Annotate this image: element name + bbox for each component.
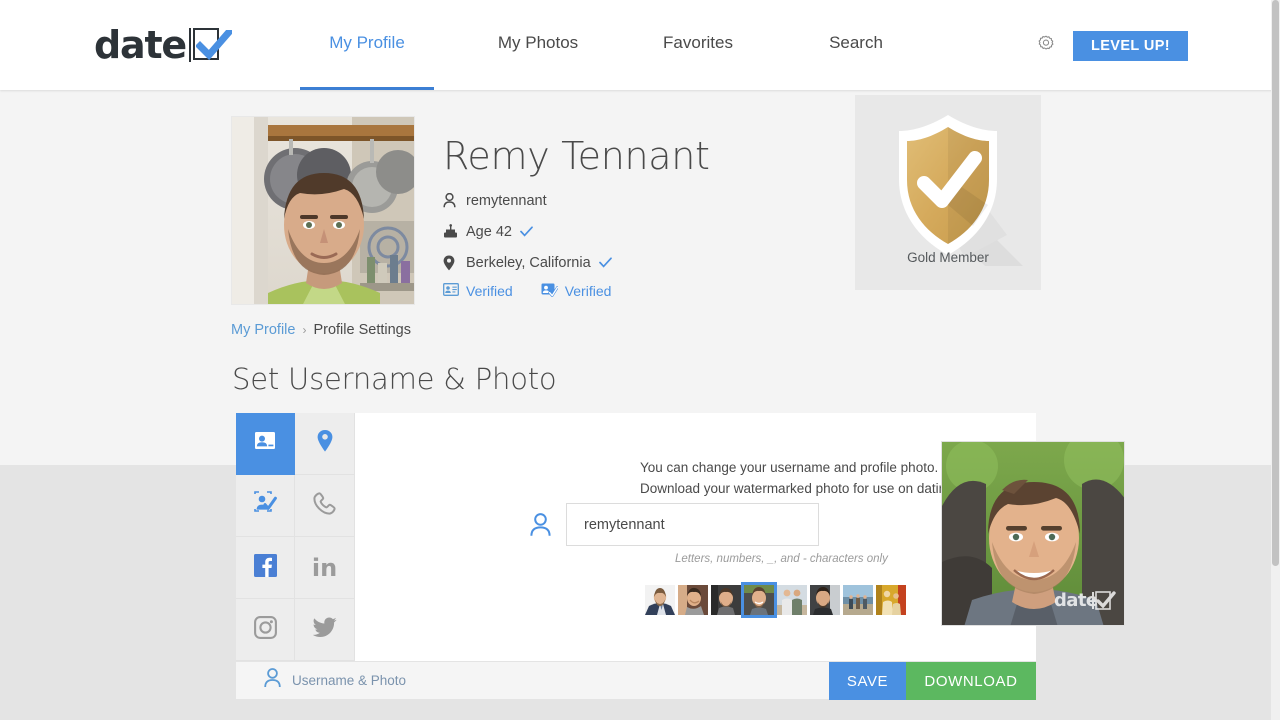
location-pin-icon	[443, 255, 461, 271]
page-title: Set Username & Photo	[232, 362, 557, 396]
age-verified-check-icon	[520, 226, 533, 237]
photo-thumb-8[interactable]	[876, 585, 906, 615]
breadcrumb-parent[interactable]: My Profile	[231, 322, 295, 338]
photo-preview[interactable]: date	[941, 441, 1125, 626]
settings-card: You can change your username and profile…	[355, 413, 1125, 661]
birthday-cake-icon	[443, 224, 461, 239]
verified-id-badge[interactable]: Verified	[443, 283, 513, 299]
gear-icon[interactable]	[1036, 34, 1056, 54]
nav-item-favorites[interactable]: Favorites	[650, 33, 746, 53]
instagram-icon	[253, 615, 277, 644]
location-verified-check-icon	[598, 257, 612, 268]
profile-photo[interactable]	[231, 116, 415, 305]
photo-thumb-4[interactable]	[741, 582, 777, 618]
logo-divider	[188, 28, 191, 62]
verified-id-label: Verified	[466, 283, 513, 300]
nav-item-my-photos[interactable]: My Photos	[486, 33, 590, 53]
twitter-icon-cell[interactable]	[295, 599, 355, 661]
footer-label-text: Username & Photo	[292, 673, 407, 688]
photo-thumb-6[interactable]	[810, 585, 840, 615]
nav-item-search[interactable]: Search	[818, 33, 894, 53]
twitter-icon	[312, 617, 337, 643]
level-up-button[interactable]: LEVEL UP!	[1073, 31, 1188, 61]
profile-location-row: Berkeley, California	[443, 252, 843, 274]
person-icon	[525, 512, 555, 537]
photo-thumb-5[interactable]	[777, 585, 807, 615]
verified-photo-badge[interactable]: Verified	[541, 283, 612, 300]
profile-location-text: Berkeley, California	[466, 254, 591, 271]
profile-info: Remy Tennant remytennant Age 42 Berkeley…	[443, 134, 843, 300]
linkedin-icon-cell[interactable]: in	[295, 537, 355, 599]
id-card-icon-cell[interactable]	[236, 413, 295, 475]
breadcrumb: My Profile › Profile Settings	[231, 322, 411, 338]
svg-text:date: date	[1054, 590, 1098, 611]
profile-username-row: remytennant	[443, 190, 843, 212]
membership-badge-label: Gold Member	[907, 250, 989, 265]
membership-badge: Gold Member	[855, 95, 1041, 290]
site-logo[interactable]: date	[94, 23, 232, 67]
username-input[interactable]	[566, 503, 819, 546]
footer-section-label: Username & Photo	[264, 668, 406, 693]
photo-verify-icon	[541, 283, 559, 300]
photo-thumbnail-strip	[645, 582, 906, 618]
username-field-row	[525, 503, 819, 546]
username-hint: Letters, numbers, _, and - characters on…	[675, 553, 888, 565]
photo-verify-icon-cell[interactable]	[236, 475, 295, 537]
top-header: date My Profile My Photos Favorites Sear…	[0, 0, 1280, 90]
profile-age-row: Age 42	[443, 221, 843, 243]
profile-name: Remy Tennant	[443, 134, 710, 178]
settings-icon-grid: in	[236, 413, 355, 661]
nav-item-my-profile[interactable]: My Profile	[300, 33, 434, 53]
nav-active-underline	[300, 87, 434, 90]
photo-verify-icon	[252, 491, 278, 520]
instagram-icon-cell[interactable]	[236, 599, 295, 661]
location-pin-icon-cell[interactable]	[295, 413, 355, 475]
id-card-icon	[443, 283, 459, 299]
footer-actions: SAVE DOWNLOAD	[829, 662, 1036, 700]
profile-username-text: remytennant	[466, 192, 547, 209]
save-button[interactable]: SAVE	[829, 662, 906, 700]
facebook-icon	[253, 553, 277, 582]
breadcrumb-separator: ›	[302, 323, 307, 337]
checkmark-box-icon	[192, 28, 232, 62]
linkedin-icon: in	[311, 553, 338, 582]
panel-footer: Username & Photo SAVE DOWNLOAD	[236, 661, 1036, 700]
phone-icon	[313, 491, 336, 520]
profile-verified-row: Verified Verified	[443, 283, 843, 300]
profile-age-text: Age 42	[466, 223, 512, 240]
person-icon	[443, 193, 461, 208]
id-card-icon	[253, 429, 277, 458]
breadcrumb-current: Profile Settings	[313, 322, 411, 338]
download-button[interactable]: DOWNLOAD	[906, 662, 1036, 700]
facebook-icon-cell[interactable]	[236, 537, 295, 599]
location-pin-icon	[316, 429, 334, 458]
page-scrollbar-thumb[interactable]	[1272, 0, 1279, 566]
photo-thumb-3[interactable]	[711, 585, 741, 615]
photo-thumb-1[interactable]	[645, 585, 675, 615]
photo-thumb-7[interactable]	[843, 585, 873, 615]
settings-panel: in You can change your username and prof…	[236, 413, 1125, 700]
verified-photo-label: Verified	[564, 283, 612, 300]
person-icon	[264, 668, 281, 693]
photo-thumb-2[interactable]	[678, 585, 708, 615]
logo-text: date	[94, 23, 187, 67]
phone-icon-cell[interactable]	[295, 475, 355, 537]
